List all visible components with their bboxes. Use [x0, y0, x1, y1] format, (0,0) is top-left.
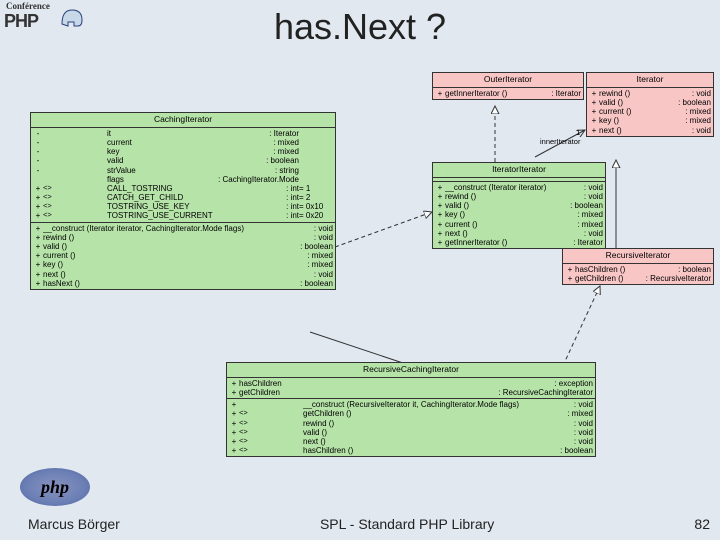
class-operations: +hasChildren (): boolean+getChildren ():… — [563, 264, 713, 284]
uml-member: +current (): mixed — [33, 251, 333, 260]
class-operations: +__construct (Iterator iterator): void+r… — [433, 182, 605, 248]
class-operations-1: +hasChildren: exception+getChildren: Rec… — [227, 378, 595, 399]
uml-member: +rewind (): void — [33, 233, 333, 242]
class-name: OuterIterator — [433, 73, 583, 88]
class-attributes: -it: Iterator-current: mixed-key: mixed-… — [31, 128, 335, 223]
uml-member: +hasChildren: exception — [229, 379, 593, 388]
uml-member: +next (): void — [435, 229, 603, 238]
footer-page: 82 — [694, 516, 710, 532]
uml-member: +<>TOSTRING_USE_CURRENT: int= 0x20 — [33, 211, 333, 220]
class-recursiveiterator: RecursiveIterator +hasChildren (): boole… — [562, 248, 714, 285]
uml-member: +<>hasChildren (): boolean — [229, 446, 593, 455]
uml-diagram: OuterIterator +getInnerIterator (): Iter… — [0, 72, 720, 506]
association-label: 1 innerIterator — [540, 128, 580, 146]
class-outeriterator: OuterIterator +getInnerIterator (): Iter… — [432, 72, 584, 100]
uml-member: +getChildren: RecursiveCachingIterator — [229, 388, 593, 397]
class-iterator: Iterator +rewind (): void +valid (): boo… — [586, 72, 714, 137]
uml-member: +__construct (Iterator iterator): void — [435, 183, 603, 192]
uml-member: -valid: boolean — [33, 156, 333, 165]
uml-member: +<>valid (): void — [229, 428, 593, 437]
uml-member: -it: Iterator — [33, 129, 333, 138]
class-name: CachingIterator — [31, 113, 335, 128]
uml-member: -current: mixed — [33, 138, 333, 147]
uml-member: +valid (): boolean — [435, 201, 603, 210]
class-operations: +getInnerIterator (): Iterator — [433, 88, 583, 99]
uml-member: +<>CALL_TOSTRING: int= 1 — [33, 184, 333, 193]
uml-member: +current (): mixed — [435, 220, 603, 229]
uml-member: +rewind (): void — [435, 192, 603, 201]
uml-member: +getChildren (): RecursiveIterator — [565, 274, 711, 283]
class-operations: +__construct (Iterator iterator, Caching… — [31, 223, 335, 289]
uml-member: +hasChildren (): boolean — [565, 265, 711, 274]
uml-member: +__construct (RecursiveIterator it, Cach… — [229, 400, 593, 409]
uml-member: +__construct (Iterator iterator, Caching… — [33, 224, 333, 233]
uml-member: +hasNext (): boolean — [33, 279, 333, 288]
class-name: Iterator — [587, 73, 713, 88]
uml-member: +<>next (): void — [229, 437, 593, 446]
class-operations-2: +__construct (RecursiveIterator it, Cach… — [227, 399, 595, 456]
page-title: has.Next ? — [0, 6, 720, 48]
class-recursivecachingiterator: RecursiveCachingIterator +hasChildren: e… — [226, 362, 596, 457]
uml-member: -strValue: string — [33, 166, 333, 175]
class-name: RecursiveCachingIterator — [227, 363, 595, 378]
class-cachingiterator: CachingIterator -it: Iterator-current: m… — [30, 112, 336, 290]
uml-member: flags: CachingIterator.Mode — [33, 175, 333, 184]
class-operations: +rewind (): void +valid (): boolean +cur… — [587, 88, 713, 136]
uml-member: +<>getChildren (): mixed — [229, 409, 593, 418]
uml-member: +valid (): boolean — [33, 242, 333, 251]
uml-member: -key: mixed — [33, 147, 333, 156]
class-name: RecursiveIterator — [563, 249, 713, 264]
uml-member: +<>rewind (): void — [229, 419, 593, 428]
footer-author: Marcus Börger — [28, 516, 120, 532]
uml-member: +key (): mixed — [33, 260, 333, 269]
uml-member: +<>CATCH_GET_CHILD: int= 2 — [33, 193, 333, 202]
class-iteratoriterator: IteratorIterator +__construct (Iterator … — [432, 162, 606, 249]
uml-member: +next (): void — [33, 270, 333, 279]
php-logo-icon: php — [20, 468, 90, 506]
class-name: IteratorIterator — [433, 163, 605, 178]
footer: Marcus Börger SPL - Standard PHP Library… — [0, 512, 720, 536]
uml-member: +<>TOSTRING_USE_KEY: int= 0x10 — [33, 202, 333, 211]
footer-title: SPL - Standard PHP Library — [120, 516, 695, 532]
uml-member: +getInnerIterator (): Iterator — [435, 238, 603, 247]
uml-member: +key (): mixed — [435, 210, 603, 219]
